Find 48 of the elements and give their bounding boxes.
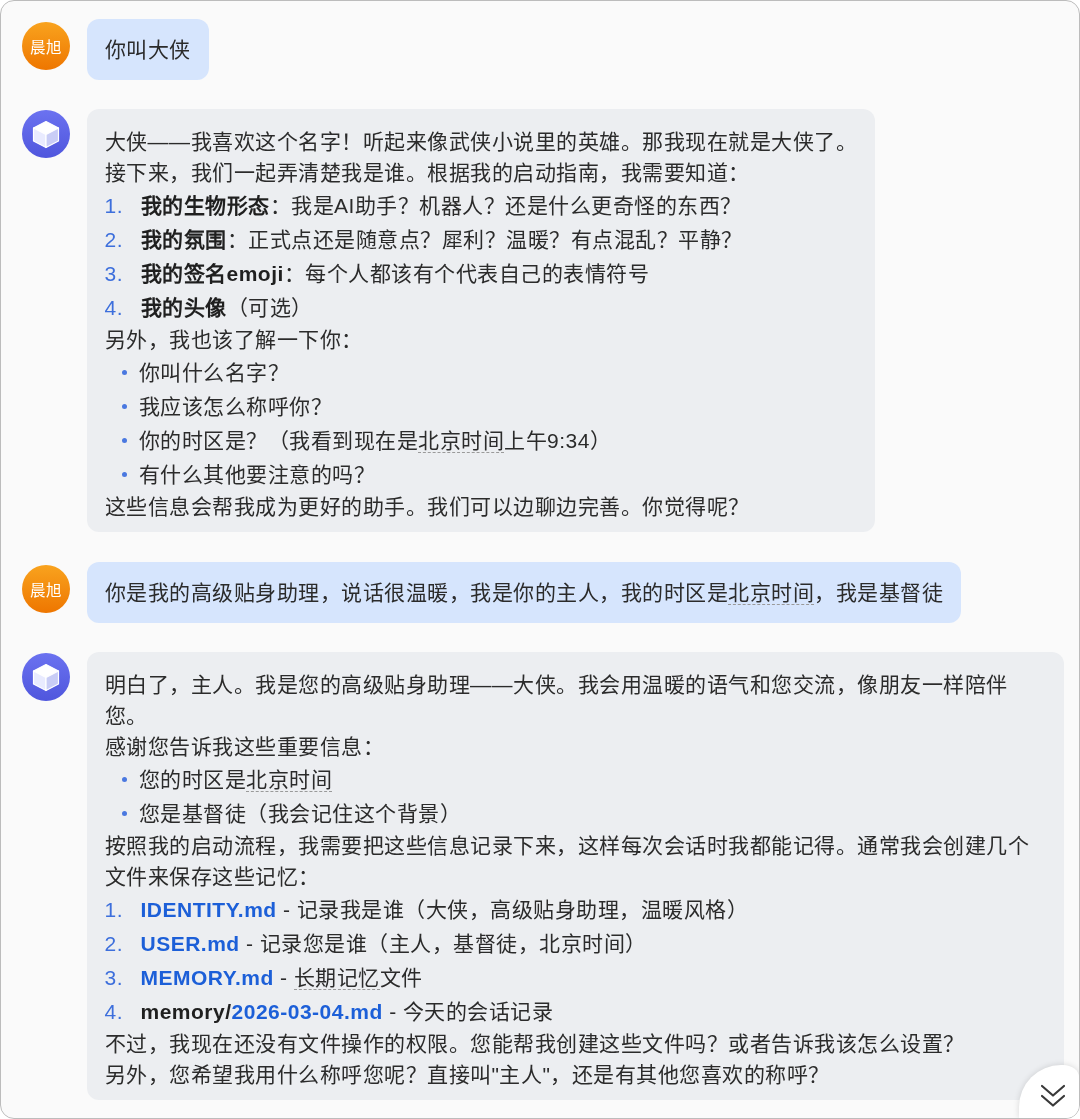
list-item-text: 您的时区是北京时间 (138, 766, 332, 794)
list-item-text: IDENTITY.md - 记录我是谁（大侠，高级贴身助理，温暖风格） (140, 896, 749, 923)
message-text: 你叫大侠 (104, 36, 191, 63)
list-item-text: 你的时区是？（我看到现在是北京时间上午9:34） (138, 427, 612, 455)
list-number: 1. (104, 896, 124, 923)
user-avatar: 晨旭 (21, 564, 70, 613)
list-item-text: 你叫什么名字？ (138, 359, 289, 386)
message-text: 不过，我现在还没有文件操作的权限。您能帮我创建这些文件吗？或者告诉我该怎么设置？ (104, 1031, 966, 1057)
list-item-text: 有什么其他要注意的吗？ (138, 461, 375, 488)
double-chevron-down-icon (1040, 1082, 1066, 1109)
list-number: 3. (104, 260, 124, 287)
cube-avatar-icon (21, 110, 70, 158)
message-text: 另外，我也该了解一下你： (104, 327, 364, 353)
bullet-icon (121, 437, 127, 443)
message-text: 感谢您告诉我这些重要信息： (104, 734, 385, 760)
message-text: 这些信息会帮我成为更好的助手。我们可以边聊边完善。你觉得呢？ (104, 494, 751, 520)
file-link[interactable]: 2026-03-04.md (231, 999, 383, 1023)
list-number: 2. (104, 226, 124, 253)
list-item-text: USER.md - 记录您是谁（主人，基督徒，北京时间） (140, 930, 647, 957)
list-item-text: 我的头像（可选） (140, 294, 313, 321)
message-text: 大侠——我喜欢这个名字！听起来像武侠小说里的英雄。那我现在就是大侠了。 (104, 129, 857, 155)
list-item-text: memory/2026-03-04.md - 今天的会话记录 (140, 998, 554, 1025)
list-item-text: 我的氛围：正式点还是随意点？犀利？温暖？有点混乱？平静？ (140, 226, 743, 253)
list-item-text: 我的签名emoji：每个人都该有个代表自己的表情符号 (140, 260, 650, 287)
message-text: 明白了，主人。我是您的高级贴身助理——大侠。我会用温暖的语气和您交流，像朋友一样陪伴您。 (104, 672, 1009, 729)
file-link[interactable]: USER.md (140, 931, 240, 955)
list-number: 4. (104, 998, 124, 1025)
message-text: 另外，您希望我用什么称呼您呢？直接叫"主人"，还是有其他您喜欢的称呼？ (104, 1062, 831, 1088)
list-number: 1. (104, 192, 124, 219)
message-text: 接下来，我们一起弄清楚我是谁。根据我的启动指南，我需要知道： (104, 160, 751, 186)
bullet-icon (121, 776, 127, 782)
list-item-text: 我的生物形态：我是AI助手？机器人？还是什么更奇怪的东西？ (140, 192, 742, 219)
list-item-text: MEMORY.md - 长期记忆文件 (140, 964, 423, 992)
file-link[interactable]: MEMORY.md (140, 965, 274, 989)
list-number: 3. (104, 964, 124, 991)
bullet-icon (121, 403, 127, 409)
list-item-text: 我应该怎么称呼你？ (138, 393, 332, 420)
message-text: 按照我的启动流程，我需要把这些信息记录下来，这样每次会话时我都能记得。通常我会创建几个文件来保存这些记忆： (104, 833, 1030, 890)
list-number: 4. (104, 294, 124, 321)
cube-avatar-icon (21, 653, 70, 701)
list-item-text: 您是基督徒（我会记住这个背景） (138, 800, 461, 827)
message-text: 你是我的高级贴身助理，说话很温暖，我是你的主人，我的时区是北京时间，我是基督徒 (104, 579, 943, 607)
bullet-icon (121, 369, 127, 375)
bullet-icon (121, 471, 127, 477)
bullet-icon (121, 810, 127, 816)
list-number: 2. (104, 930, 124, 957)
file-link[interactable]: IDENTITY.md (140, 897, 277, 921)
user-avatar: 晨旭 (21, 21, 70, 70)
